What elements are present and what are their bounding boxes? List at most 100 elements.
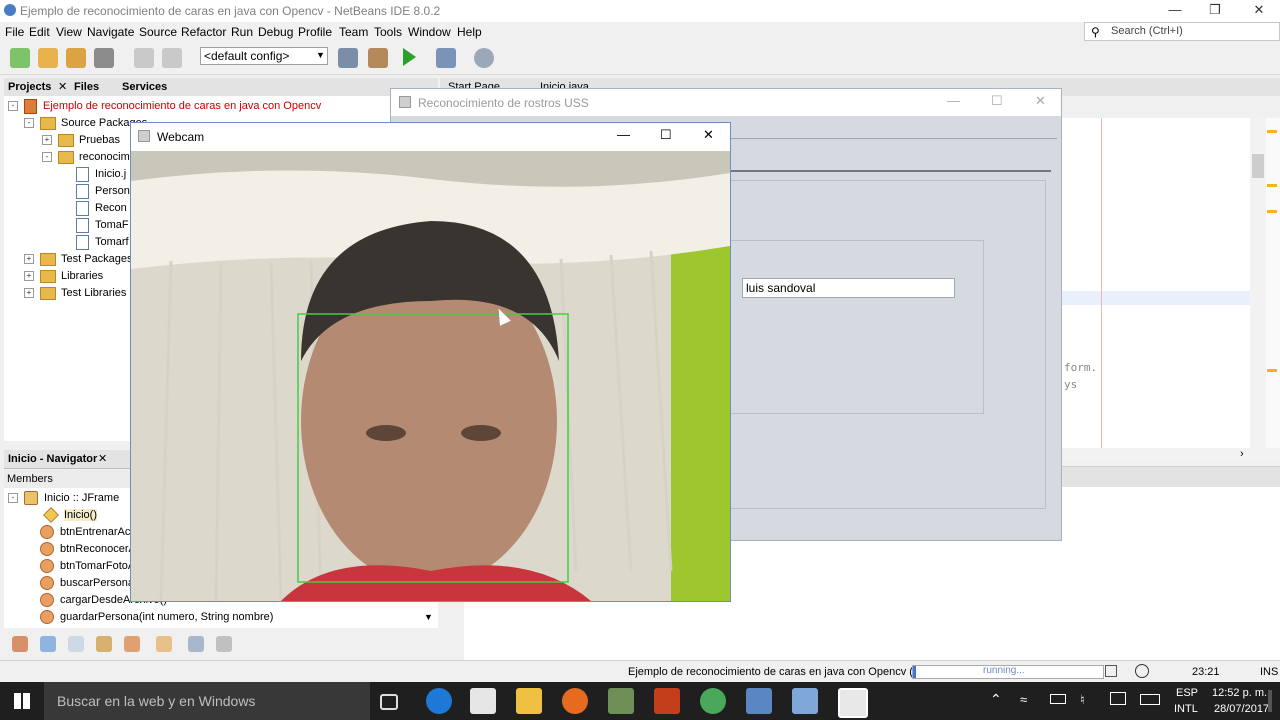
virtualbox-icon[interactable] — [792, 688, 818, 714]
webcam-maximize-button[interactable]: ☐ — [660, 127, 672, 143]
java-app-icon[interactable] — [838, 688, 868, 718]
tree-row-test-libraries[interactable]: + Test Libraries — [24, 285, 126, 301]
app-icon[interactable] — [746, 688, 772, 714]
fields-icon[interactable] — [40, 636, 56, 652]
sort-icon[interactable] — [156, 636, 172, 652]
nav-member[interactable]: btnEntrenarAc — [40, 524, 130, 540]
save-all-icon[interactable] — [94, 48, 114, 68]
menu-window[interactable]: Window — [408, 25, 451, 39]
clock-time[interactable]: 12:52 p. m. — [1212, 687, 1267, 699]
menu-view[interactable]: View — [56, 25, 82, 39]
run-icon[interactable] — [403, 48, 416, 66]
lock-icon[interactable] — [96, 636, 112, 652]
battery-icon[interactable] — [1050, 694, 1066, 704]
ide-maximize-button[interactable]: ❐ — [1200, 2, 1230, 20]
menu-team[interactable]: Team — [339, 25, 368, 39]
tab-files[interactable]: Files — [74, 81, 99, 93]
windows-start-icon[interactable] — [14, 693, 30, 709]
menu-debug[interactable]: Debug — [258, 25, 293, 39]
menu-navigate[interactable]: Navigate — [87, 25, 134, 39]
menu-tools[interactable]: Tools — [374, 25, 402, 39]
close-icon[interactable]: ✕ — [98, 452, 107, 465]
notifications-icon[interactable] — [1135, 664, 1149, 678]
open-project-icon[interactable] — [66, 48, 86, 68]
task-view-icon[interactable] — [380, 694, 398, 710]
ide-close-button[interactable]: ✕ — [1244, 2, 1274, 20]
recognizer-maximize-button[interactable]: ☐ — [991, 93, 1003, 109]
warning-mark[interactable] — [1267, 184, 1277, 187]
menu-help[interactable]: Help — [457, 25, 482, 39]
nav-member[interactable]: buscarPersona — [40, 575, 134, 591]
tree-row-reconocimiento[interactable]: - reconocimi — [42, 149, 132, 165]
menu-run[interactable]: Run — [231, 25, 253, 39]
edge-icon[interactable] — [426, 688, 452, 714]
volume-icon[interactable]: ♮ — [1080, 692, 1085, 708]
store-icon[interactable] — [470, 688, 496, 714]
run-progress-bar[interactable]: running... — [912, 665, 1104, 679]
tree-row-libraries[interactable]: + Libraries — [24, 268, 103, 284]
tree-row-test-packages[interactable]: + Test Packages — [24, 251, 133, 267]
tree-row-pruebas[interactable]: + Pruebas — [42, 132, 120, 148]
sort-source-icon[interactable] — [216, 636, 232, 652]
keyboard-icon[interactable] — [1140, 694, 1160, 705]
person-name-field[interactable]: luis sandoval — [742, 278, 955, 298]
build-icon[interactable] — [338, 48, 358, 68]
undo-icon[interactable] — [134, 48, 154, 68]
static-icon[interactable] — [68, 636, 84, 652]
warning-mark[interactable] — [1267, 369, 1277, 372]
app-icon[interactable] — [608, 688, 634, 714]
recognizer-minimize-button[interactable]: — — [947, 93, 960, 108]
config-select[interactable]: <default config> — [200, 47, 328, 65]
tree-row-file[interactable]: TomaF — [76, 217, 129, 233]
menu-profile[interactable]: Profile — [298, 25, 332, 39]
chevron-up-icon[interactable]: ⌃ — [990, 691, 1002, 708]
tree-row-file[interactable]: Inicio.j — [76, 166, 126, 182]
wifi-icon[interactable]: ≈ — [1020, 692, 1027, 707]
sort-alpha-icon[interactable] — [188, 636, 204, 652]
tab-projects[interactable]: Projects — [8, 81, 51, 93]
chevron-right-icon[interactable]: › — [1240, 448, 1244, 460]
chrome-icon[interactable] — [700, 688, 726, 714]
warning-mark[interactable] — [1267, 130, 1277, 133]
nav-member[interactable]: Inicio() — [43, 507, 98, 524]
tree-row-source-packages[interactable]: - Source Packages — [24, 115, 147, 131]
redo-icon[interactable] — [162, 48, 182, 68]
tree-row-file[interactable]: Tomarf — [76, 234, 129, 250]
profile-icon[interactable] — [474, 48, 494, 68]
filter-icon[interactable] — [12, 636, 28, 652]
recognizer-close-button[interactable]: ✕ — [1035, 93, 1046, 109]
language-secondary[interactable]: INTL — [1174, 703, 1198, 715]
menu-edit[interactable]: Edit — [29, 25, 50, 39]
ide-search-box[interactable]: ⚲ Search (Ctrl+I) — [1084, 22, 1280, 41]
menu-source[interactable]: Source — [139, 25, 177, 39]
warning-mark[interactable] — [1267, 210, 1277, 213]
nav-member[interactable]: btnReconocerA — [40, 541, 136, 557]
action-center-icon[interactable] — [1268, 690, 1272, 712]
new-project-icon[interactable] — [38, 48, 58, 68]
tree-row-root[interactable]: - Ejemplo de reconocimiento de caras en j… — [8, 98, 321, 114]
new-file-icon[interactable] — [10, 48, 30, 68]
inherited-icon[interactable] — [124, 636, 140, 652]
editor-vscrollbar[interactable] — [1250, 118, 1266, 448]
chevron-down-icon[interactable]: ▼ — [424, 612, 433, 622]
clock-date[interactable]: 28/07/2017 — [1214, 703, 1269, 715]
clean-build-icon[interactable] — [368, 48, 388, 68]
firefox-icon[interactable] — [562, 688, 588, 714]
nav-member[interactable]: guardarPersona(int numero, String nombre… — [40, 609, 273, 625]
webcam-close-button[interactable]: ✕ — [703, 127, 714, 143]
webcam-minimize-button[interactable]: — — [617, 127, 630, 142]
ide-minimize-button[interactable]: — — [1160, 2, 1190, 20]
taskbar-search-box[interactable]: Buscar en la web y en Windows — [44, 682, 370, 720]
message-icon[interactable] — [1110, 692, 1126, 705]
close-icon[interactable]: ✕ — [58, 80, 67, 93]
chevron-down-icon[interactable]: ▼ — [316, 50, 325, 60]
scroll-thumb[interactable] — [1252, 154, 1264, 178]
nav-root[interactable]: - Inicio :: JFrame — [8, 490, 119, 506]
tree-row-file[interactable]: Person — [76, 183, 130, 199]
menu-refactor[interactable]: Refactor — [181, 25, 226, 39]
debug-icon[interactable] — [436, 48, 456, 68]
tree-row-file[interactable]: Recon — [76, 200, 127, 216]
tab-services[interactable]: Services — [122, 81, 167, 93]
nav-member[interactable]: btnTomarFotoA — [40, 558, 135, 574]
stop-icon[interactable] — [1105, 665, 1117, 677]
